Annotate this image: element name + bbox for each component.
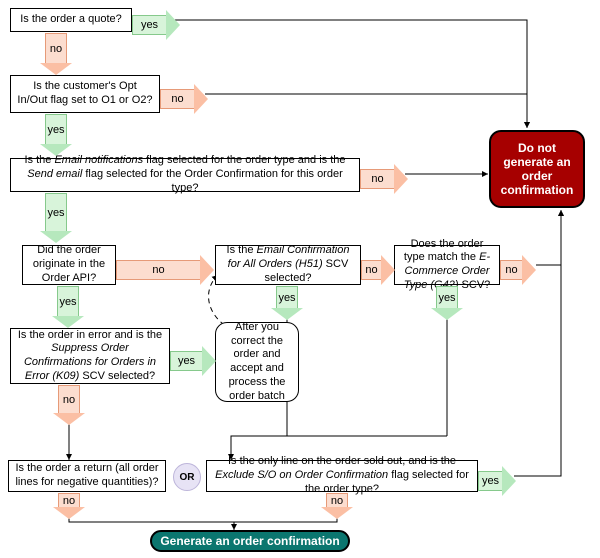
label: Is the order a return (all order lines f… xyxy=(15,462,159,490)
arrow-h51-no: no xyxy=(361,255,395,285)
arrow-emailflags-yes: yes xyxy=(40,193,72,243)
arrow-optin-yes: yes xyxy=(40,114,72,156)
arrow-optin-no: no xyxy=(160,84,208,114)
node-g42: Does the order type match the E-Commerce… xyxy=(394,245,500,285)
node-suppress-k09: Is the order in error and is the Suppres… xyxy=(10,328,170,384)
label: yes xyxy=(47,124,64,136)
label: Is the customer's Opt In/Out flag set to… xyxy=(17,80,153,108)
label: yes xyxy=(438,292,455,304)
label: no xyxy=(152,264,164,276)
label: Is the only line on the order sold out, … xyxy=(213,455,471,496)
arrow-emailflags-no: no xyxy=(360,164,408,194)
arrow-quote-yes: yes xyxy=(132,10,180,40)
arrow-return-no: no xyxy=(53,493,85,519)
label: yes xyxy=(178,355,195,367)
arrow-soldout-no: no xyxy=(321,493,353,519)
label: no xyxy=(50,43,62,55)
node-email-flags: Is the Email notifications flag selected… xyxy=(10,158,360,192)
label: no xyxy=(505,264,517,276)
note-after-fix: After you correct the order and accept a… xyxy=(215,322,299,402)
label: Is the Email Confirmation for All Orders… xyxy=(222,244,354,285)
arrow-quote-no: no xyxy=(40,33,72,75)
label: yes xyxy=(278,292,295,304)
node-order-api: Did the order originate in the Order API… xyxy=(22,245,116,285)
label: After you correct the order and accept a… xyxy=(222,321,292,404)
label: no xyxy=(171,93,183,105)
arrow-suppress-yes: yes xyxy=(170,346,216,376)
node-optin-flag: Is the customer's Opt In/Out flag set to… xyxy=(10,75,160,113)
label: yes xyxy=(59,296,76,308)
label: no xyxy=(371,173,383,185)
label: no xyxy=(63,394,75,406)
label: Is the Email notifications flag selected… xyxy=(17,154,353,195)
label: yes xyxy=(141,19,158,31)
arrow-g42-yes: yes xyxy=(431,286,463,320)
arrow-soldout-yes: yes xyxy=(478,466,516,496)
label: Is the order in error and is the Suppres… xyxy=(17,329,163,384)
node-h51: Is the Email Confirmation for All Orders… xyxy=(215,245,361,285)
label: no xyxy=(365,264,377,276)
label: OR xyxy=(180,472,195,483)
label: Does the order type match the E-Commerce… xyxy=(401,238,493,293)
label: no xyxy=(63,495,75,507)
node-is-quote: Is the order a quote? xyxy=(10,8,132,32)
node-is-return: Is the order a return (all order lines f… xyxy=(8,460,166,492)
arrow-api-yes: yes xyxy=(52,286,84,328)
label: yes xyxy=(47,207,64,219)
label: yes xyxy=(482,475,499,487)
terminal-generate: Generate an order confirmation xyxy=(150,530,350,552)
arrow-h51-yes: yes xyxy=(271,286,303,320)
arrow-api-no: no xyxy=(116,255,214,285)
label: Is the order a quote? xyxy=(20,13,122,27)
label: Generate an order confirmation xyxy=(160,534,339,548)
terminal-do-not-generate: Do not generate an order confirmation xyxy=(489,130,585,208)
label: Did the order originate in the Order API… xyxy=(29,244,109,285)
label: no xyxy=(331,495,343,507)
arrow-suppress-no: no xyxy=(53,385,85,425)
label: Do not generate an order confirmation xyxy=(497,141,577,197)
or-connector: OR xyxy=(173,463,201,491)
arrow-g42-no: no xyxy=(500,255,536,285)
node-soldout-flag: Is the only line on the order sold out, … xyxy=(206,460,478,492)
